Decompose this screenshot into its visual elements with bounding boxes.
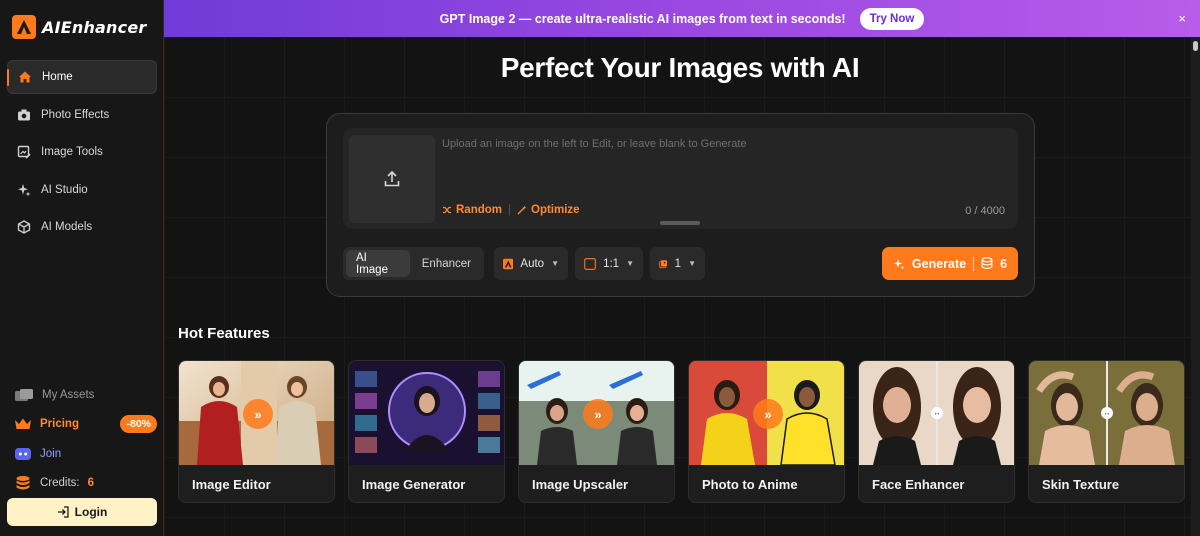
- arrow-right-icon: »: [243, 399, 273, 429]
- sidebar-credits: Credits: 6: [14, 469, 157, 499]
- tab-enhancer[interactable]: Enhancer: [412, 250, 481, 277]
- edit-image-icon: [17, 145, 31, 159]
- square-ratio-icon: [584, 257, 596, 270]
- prompt-actions: Random | Optimize: [442, 204, 580, 216]
- shuffle-icon: [443, 206, 451, 214]
- login-icon: [57, 506, 69, 518]
- banner-text: GPT Image 2 — create ultra-realistic AI …: [439, 11, 846, 26]
- feature-label: Face Enhancer: [872, 477, 965, 492]
- sidebar-item-pricing[interactable]: Pricing -80%: [14, 410, 157, 440]
- mode-toggle: AI Image Enhancer: [343, 247, 484, 280]
- home-icon: [19, 71, 31, 83]
- camera-icon: [18, 109, 30, 120]
- feature-card-image-upscaler[interactable]: » Image Upscaler: [518, 360, 675, 503]
- magic-wand-icon: [517, 205, 527, 215]
- arrow-right-icon: »: [753, 399, 783, 429]
- chevron-down-icon: ▼: [626, 259, 634, 268]
- sidebar: AIEnhancer Home Photo Effects Image Tool…: [0, 0, 164, 536]
- cube-icon: [17, 220, 31, 234]
- image-generator-thumbnail: [349, 361, 504, 465]
- discord-icon: [15, 447, 31, 460]
- page-title: Perfect Your Images with AI: [500, 52, 860, 83]
- sidebar-item-photo-effects[interactable]: Photo Effects: [7, 98, 157, 132]
- upload-image-button[interactable]: [349, 135, 435, 223]
- sidebar-item-join[interactable]: Join: [14, 439, 157, 469]
- sidebar-item-label: AI Models: [41, 221, 93, 233]
- coins-icon: [981, 257, 993, 270]
- coins-icon: [16, 476, 30, 490]
- logo-icon: [12, 15, 36, 39]
- scrollbar[interactable]: [1191, 37, 1200, 536]
- feature-label: Image Upscaler: [532, 477, 629, 492]
- image-count-select[interactable]: 1 ▼: [650, 247, 705, 280]
- sparkle-icon: [18, 183, 31, 196]
- resize-handle[interactable]: [660, 221, 700, 225]
- discount-badge: -80%: [120, 415, 157, 434]
- logo-icon: [503, 258, 514, 269]
- promo-banner: GPT Image 2 — create ultra-realistic AI …: [164, 0, 1200, 37]
- try-now-button[interactable]: Try Now: [859, 7, 925, 30]
- folder-icon: [15, 388, 33, 401]
- feature-card-face-enhancer[interactable]: ↔ Face Enhancer: [858, 360, 1015, 503]
- action-separator: |: [508, 204, 511, 216]
- prompt-placeholder: Upload an image on the left to Edit, or …: [442, 138, 747, 150]
- feature-label: Photo to Anime: [702, 477, 798, 492]
- sidebar-item-label: AI Studio: [41, 183, 88, 196]
- brand-logo[interactable]: AIEnhancer: [12, 15, 146, 39]
- model-select[interactable]: Auto ▼: [494, 247, 568, 280]
- brand-name: AIEnhancer: [42, 17, 147, 37]
- sidebar-bottom: My Assets Pricing -80% Join Credits: 6: [14, 380, 157, 498]
- sparkle-icon: [893, 258, 905, 269]
- hot-features-title: Hot Features: [178, 325, 270, 342]
- sidebar-item-home[interactable]: Home: [7, 60, 157, 94]
- feature-card-image-generator[interactable]: Image Generator: [348, 360, 505, 503]
- credits-value: 6: [87, 477, 95, 490]
- feature-card-skin-texture[interactable]: ↔ Skin Texture: [1028, 360, 1185, 503]
- crown-icon: [15, 418, 31, 430]
- generate-button[interactable]: Generate 6: [882, 247, 1018, 280]
- feature-label: Image Generator: [362, 477, 466, 492]
- sidebar-item-ai-studio[interactable]: AI Studio: [7, 173, 157, 207]
- optimize-button[interactable]: Optimize: [517, 204, 580, 216]
- feature-card-image-editor[interactable]: » Image Editor: [178, 360, 335, 503]
- tab-ai-image[interactable]: AI Image: [346, 250, 410, 277]
- feature-label: Skin Texture: [1042, 477, 1120, 492]
- chevron-down-icon: ▼: [688, 259, 696, 268]
- sidebar-nav: Home Photo Effects Image Tools AI Studio…: [7, 60, 157, 248]
- arrow-right-icon: »: [583, 399, 613, 429]
- compare-handle-icon: ↔: [931, 407, 943, 419]
- aspect-ratio-select[interactable]: 1:1 ▼: [575, 247, 643, 280]
- feature-label: Image Editor: [192, 477, 271, 492]
- sidebar-item-image-tools[interactable]: Image Tools: [7, 135, 157, 169]
- close-icon[interactable]: ×: [1178, 11, 1186, 26]
- scrollbar-thumb[interactable]: [1193, 41, 1198, 51]
- login-button[interactable]: Login: [7, 498, 157, 526]
- feature-card-photo-to-anime[interactable]: » Photo to Anime: [688, 360, 845, 503]
- compare-handle-icon: ↔: [1101, 407, 1113, 419]
- random-button[interactable]: Random: [442, 204, 502, 216]
- chevron-down-icon: ▼: [551, 259, 559, 268]
- sidebar-item-ai-models[interactable]: AI Models: [7, 210, 157, 244]
- upload-icon: [384, 170, 400, 187]
- generate-credits: 6: [1000, 256, 1008, 271]
- sidebar-item-label: Home: [42, 71, 73, 83]
- image-stack-icon: [659, 259, 668, 268]
- button-divider: [973, 256, 975, 271]
- char-counter: 0 / 4000: [965, 205, 1005, 217]
- sidebar-item-my-assets[interactable]: My Assets: [14, 380, 157, 410]
- sidebar-item-label: Image Tools: [41, 146, 103, 158]
- sidebar-item-label: Photo Effects: [41, 108, 110, 121]
